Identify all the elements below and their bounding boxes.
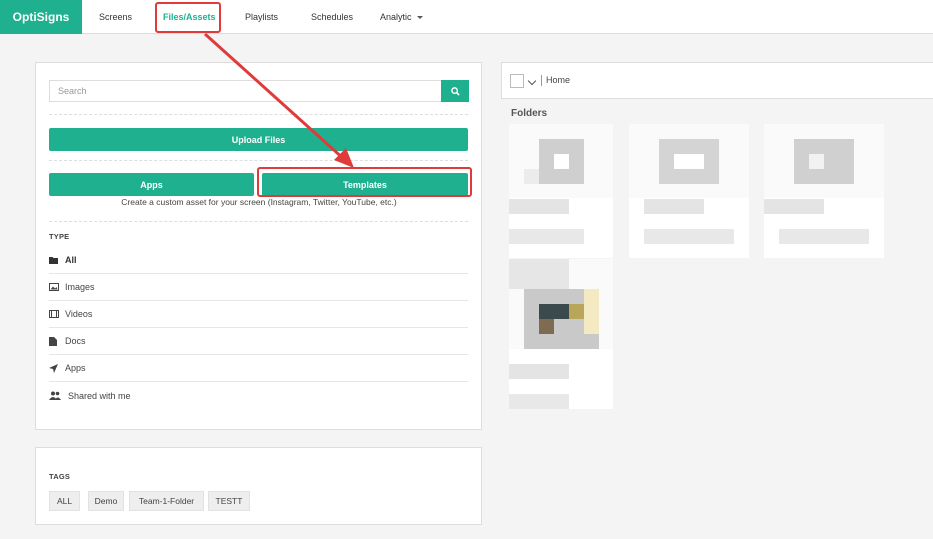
folder-card[interactable] <box>509 124 613 258</box>
type-filter-label: Shared with me <box>68 390 131 401</box>
annotation-highlight-templates <box>257 167 472 197</box>
type-filter-shared[interactable]: Shared with me <box>49 382 468 409</box>
type-filter-docs[interactable]: Docs <box>49 328 468 355</box>
caret-down-icon <box>416 15 423 19</box>
folder-icon <box>49 256 62 264</box>
breadcrumb-separator <box>541 75 542 86</box>
rocket-icon <box>49 363 62 373</box>
breadcrumb-home[interactable]: Home <box>546 75 570 85</box>
tag-chip[interactable]: TESTT <box>208 491 250 511</box>
annotation-highlight-files-assets <box>155 2 221 33</box>
type-filter-videos[interactable]: Videos <box>49 301 468 328</box>
search-box <box>49 80 469 102</box>
chevron-down-icon[interactable] <box>527 76 537 86</box>
breadcrumb-bar: Home <box>501 62 933 99</box>
tags-panel: TAGS ALL Demo Team-1-Folder TESTT <box>35 447 482 525</box>
divider <box>49 160 468 161</box>
type-filter-label: Videos <box>65 309 93 319</box>
type-filter-images[interactable]: Images <box>49 274 468 301</box>
type-filter-label: Docs <box>65 336 86 346</box>
nav-playlists[interactable]: Playlists <box>245 0 278 34</box>
search-icon <box>450 86 460 96</box>
nav-analytic-label: Analytic <box>380 12 412 22</box>
nav-analytic[interactable]: Analytic <box>380 0 423 34</box>
templates-hint: Create a custom asset for your screen (I… <box>121 197 397 207</box>
type-filter-label: All <box>65 255 77 265</box>
filter-panel: Upload Files Apps Templates Create a cus… <box>35 62 482 430</box>
folder-card[interactable] <box>629 124 749 258</box>
type-filter-label: Apps <box>65 363 86 373</box>
nav-screens[interactable]: Screens <box>99 0 132 34</box>
apps-button[interactable]: Apps <box>49 173 254 196</box>
folders-heading: Folders <box>511 108 548 119</box>
nav-schedules[interactable]: Schedules <box>311 0 353 34</box>
search-button[interactable] <box>441 80 469 102</box>
type-filter-label: Images <box>65 282 95 292</box>
select-all-checkbox[interactable] <box>510 74 524 88</box>
type-filter-all[interactable]: All <box>49 247 468 274</box>
folder-card[interactable] <box>509 259 613 409</box>
brand-logo[interactable]: OptiSigns <box>0 0 82 34</box>
folder-card[interactable] <box>764 124 884 258</box>
tags-heading: TAGS <box>49 472 71 481</box>
film-icon <box>49 310 62 318</box>
tag-chip[interactable]: Team-1-Folder <box>129 491 204 511</box>
image-icon <box>49 283 62 291</box>
search-input[interactable] <box>49 80 442 102</box>
type-heading: TYPE <box>49 232 70 241</box>
document-icon <box>49 336 62 346</box>
divider <box>49 221 468 222</box>
type-filter-apps[interactable]: Apps <box>49 355 468 382</box>
divider <box>49 114 468 115</box>
users-icon <box>49 391 65 400</box>
tag-chip[interactable]: Demo <box>88 491 124 511</box>
tag-chip[interactable]: ALL <box>49 491 80 511</box>
top-navbar: OptiSigns Screens Files/Assets Playlists… <box>0 0 933 34</box>
upload-files-button[interactable]: Upload Files <box>49 128 468 151</box>
